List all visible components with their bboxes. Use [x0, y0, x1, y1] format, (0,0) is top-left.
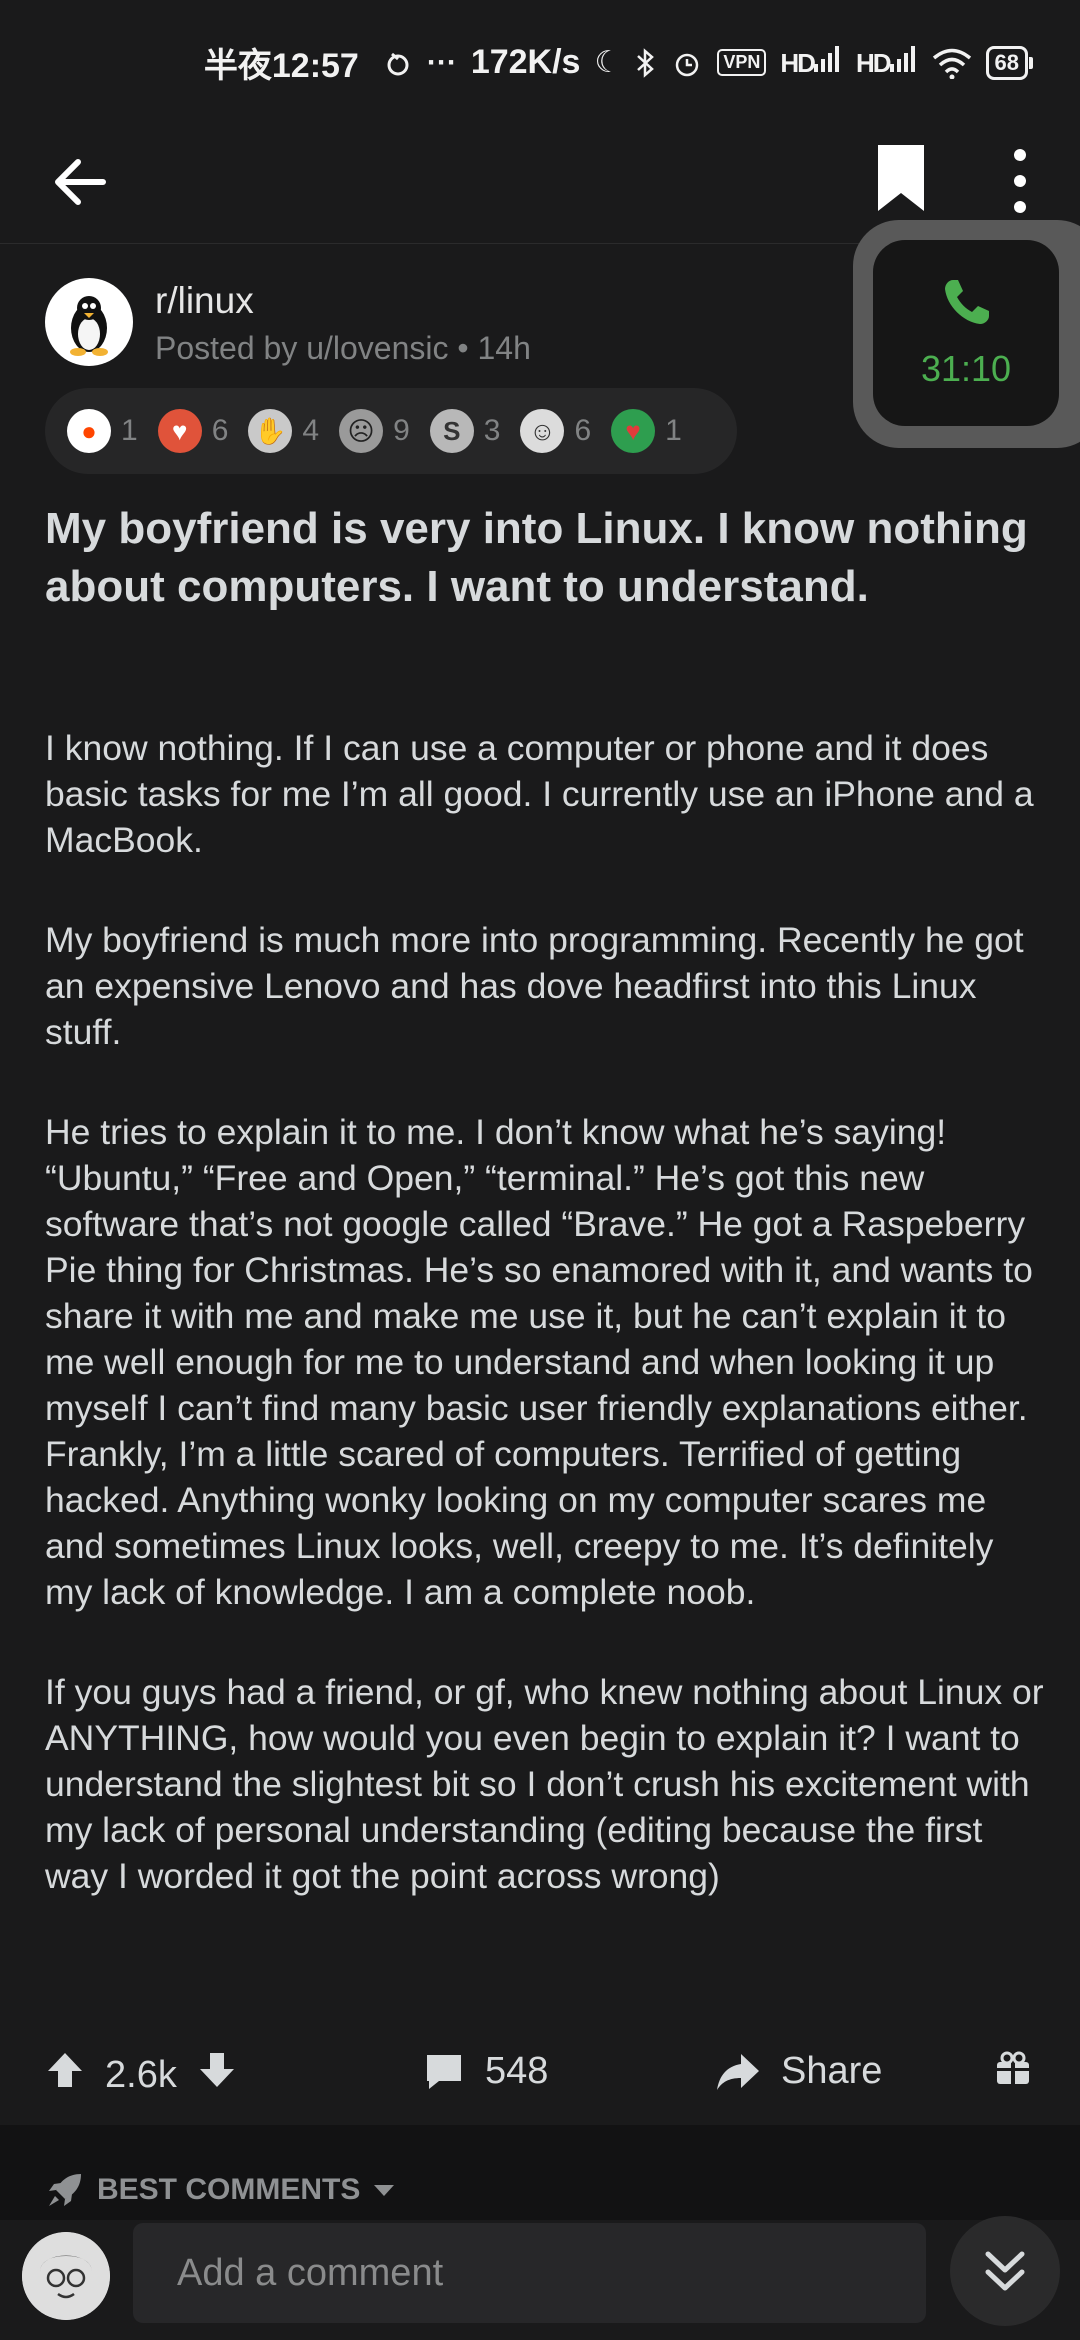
- heart-award-icon: ♥: [611, 409, 656, 453]
- tux-penguin-icon: [70, 296, 108, 356]
- more-options-button[interactable]: [995, 143, 1045, 219]
- share-label: Share: [781, 2050, 883, 2092]
- share-button[interactable]: Share: [715, 2050, 882, 2093]
- post-paragraph: He tries to explain it to me. I don’t kn…: [45, 1112, 1033, 1612]
- call-duration: 31:10: [920, 348, 1012, 389]
- post-paragraph: I know nothing. If I can use a computer …: [45, 728, 1034, 860]
- gift-icon: [997, 2051, 1029, 2084]
- back-arrow-icon: [55, 159, 106, 205]
- vote-group: 2.6k: [45, 2050, 237, 2100]
- double-chevron-down-icon: [985, 2251, 1025, 2291]
- comment-sort-button[interactable]: BEST COMMENTS: [45, 2170, 396, 2210]
- post-paragraph: My boyfriend is much more into programmi…: [45, 920, 1024, 1052]
- post-paragraph: If you guys had a friend, or gf, who kne…: [45, 1672, 1044, 1896]
- network-speed: 172K/s: [470, 43, 581, 81]
- signal-hd-icon-2: HD: [856, 46, 918, 79]
- comment-count: 548: [485, 2050, 549, 2092]
- call-overlay[interactable]: 31:10: [853, 220, 1080, 448]
- give-award-button[interactable]: [995, 2050, 1031, 2086]
- snoo-award-icon: ●: [67, 409, 111, 453]
- more-notifications-icon: ···: [426, 45, 457, 79]
- faceplam-award-icon: ☹: [339, 409, 384, 453]
- downvote-button[interactable]: [197, 2050, 237, 2100]
- user-avatar-icon: [22, 2232, 110, 2320]
- phone-icon: [945, 280, 989, 324]
- post-action-bar: 2.6k 548 Share: [0, 2030, 1080, 2130]
- upvote-arrow-icon: [48, 2053, 82, 2087]
- awards-bar[interactable]: ● 1 ♥ 6 ✋ 4 ☹ 9 S 3 ☺ 6 ♥ 1: [45, 388, 737, 474]
- bluetooth-icon: [635, 47, 657, 79]
- rocket-icon: [49, 2174, 81, 2206]
- award-item: ● 1: [67, 409, 138, 453]
- silver-award-icon: S: [429, 409, 474, 453]
- vote-count: 2.6k: [105, 2053, 177, 2096]
- caret-down-icon: [374, 2185, 395, 2196]
- wholesome-award-icon: ☺: [520, 409, 565, 453]
- post-body: I know nothing. If I can use a computer …: [45, 725, 1045, 1953]
- app-notification-icon: [383, 48, 413, 78]
- alarm-icon: [671, 47, 703, 79]
- award-item: ✋ 4: [248, 409, 319, 453]
- back-button[interactable]: [48, 147, 118, 217]
- bookmark-icon: [878, 145, 924, 211]
- more-vertical-icon: [1014, 149, 1026, 213]
- comments-button[interactable]: 548: [423, 2050, 548, 2093]
- moon-icon: ☾: [594, 46, 622, 79]
- award-item: ☺ 6: [520, 409, 591, 453]
- save-button[interactable]: [872, 143, 932, 215]
- subreddit-name[interactable]: r/linux: [155, 280, 254, 322]
- share-arrow-icon: [717, 2053, 759, 2090]
- hug-award-icon: ♥: [157, 409, 202, 453]
- wifi-icon: [932, 47, 972, 79]
- status-bar: 半夜12:57 ··· 172K/s ☾ VPN HD HD 68: [0, 0, 1080, 125]
- award-item: ♥ 6: [157, 409, 228, 453]
- award-item: ♥ 1: [611, 409, 682, 453]
- add-comment-input[interactable]: [133, 2223, 926, 2323]
- signal-hd-icon-1: HD: [780, 46, 842, 79]
- vpn-icon: VPN: [717, 49, 767, 76]
- downvote-arrow-icon: [199, 2053, 234, 2087]
- comment-sort-label: BEST COMMENTS: [97, 2173, 361, 2206]
- status-time: 半夜12:57: [203, 47, 359, 85]
- scroll-to-comments-button[interactable]: [950, 2216, 1060, 2326]
- call-overlay-inner: 31:10: [873, 240, 1059, 426]
- award-item: ☹ 9: [339, 409, 410, 453]
- comment-bubble-icon: [427, 2054, 461, 2089]
- post-title: My boyfriend is very into Linux. I know …: [45, 504, 1028, 611]
- subreddit-avatar[interactable]: [45, 278, 133, 366]
- comment-bar: [0, 2216, 1080, 2340]
- battery-icon: 68: [985, 45, 1034, 80]
- posted-by[interactable]: Posted by u/lovensic • 14h: [155, 330, 531, 367]
- award-item: S 3: [429, 409, 500, 453]
- user-avatar[interactable]: [22, 2232, 110, 2320]
- handshake-award-icon: ✋: [248, 409, 293, 453]
- upvote-button[interactable]: [45, 2050, 85, 2100]
